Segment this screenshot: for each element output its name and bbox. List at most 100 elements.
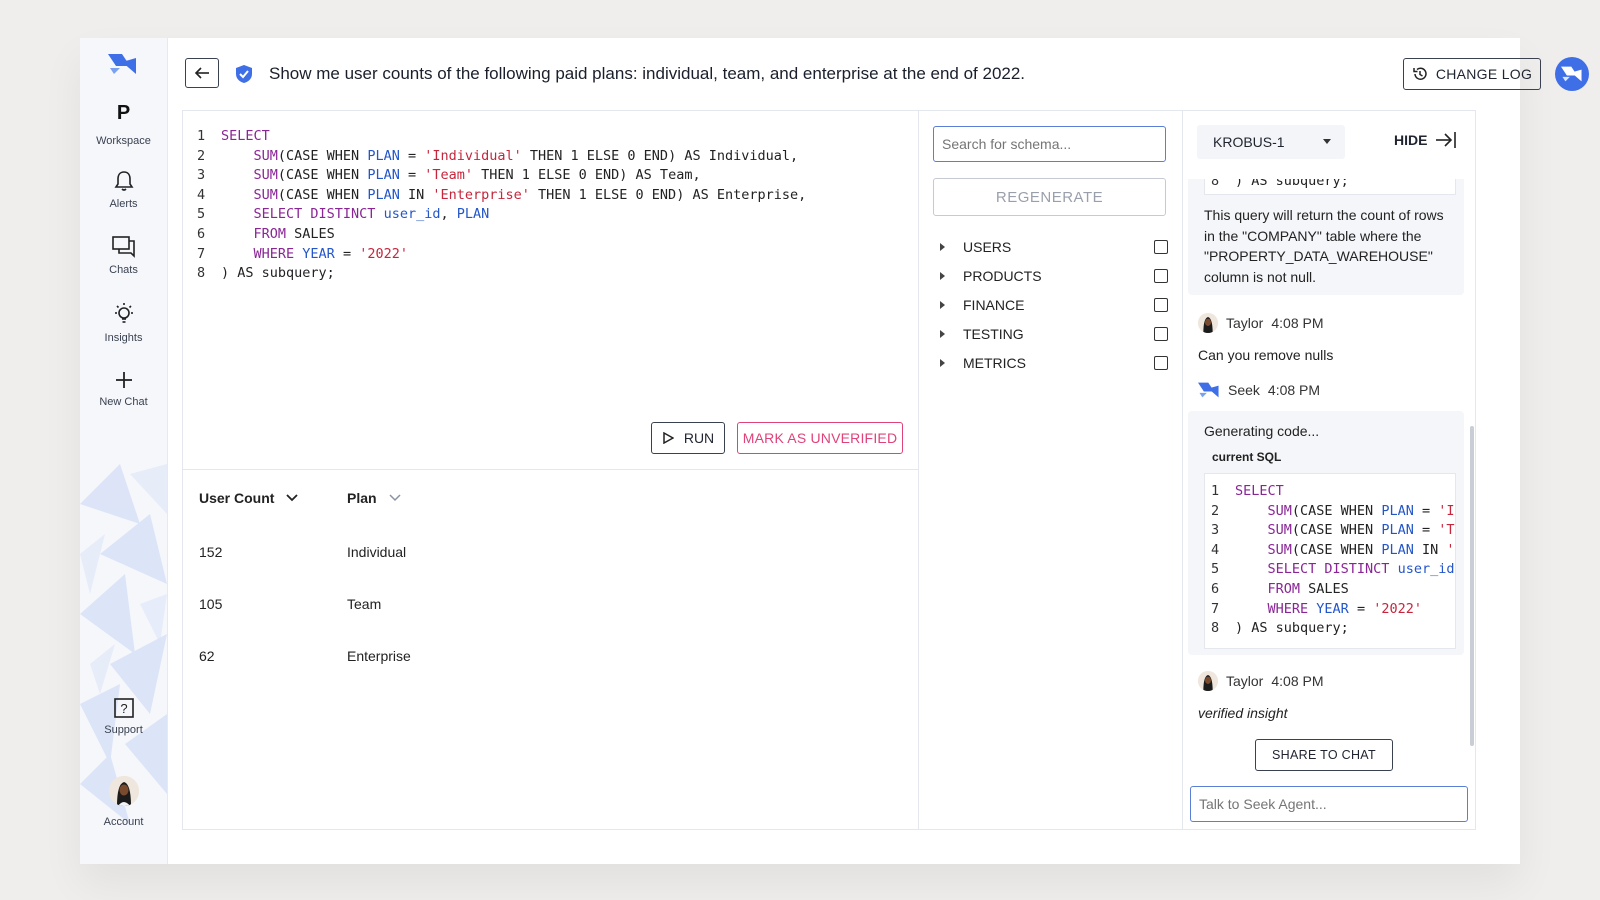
current-sql-label: current SQL <box>1212 450 1282 464</box>
schema-table-testing[interactable]: TESTING <box>940 324 1168 344</box>
history-icon <box>1413 67 1427 80</box>
table-cell: 152 <box>199 544 223 560</box>
caret-right-icon <box>940 272 945 280</box>
caret-right-icon <box>940 243 945 251</box>
user-message-text: verified insight <box>1198 705 1288 721</box>
hide-panel-button[interactable]: HIDE <box>1394 131 1457 149</box>
chat-input[interactable] <box>1190 786 1468 822</box>
chat-scrollbar[interactable] <box>1470 426 1474 746</box>
workspace-letter: P <box>116 102 131 124</box>
schema-table-users[interactable]: USERS <box>940 237 1168 257</box>
workspace-panel: 1 SELECT 2 SUM(CASE WHEN PLAN = 'Individu… <box>182 110 1476 830</box>
taylor-avatar <box>1198 671 1218 691</box>
schema-table-products[interactable]: PRODUCTS <box>940 266 1168 286</box>
share-to-chat-button[interactable]: SHARE TO CHAT <box>1255 739 1393 771</box>
table-checkbox[interactable] <box>1154 298 1168 312</box>
message-author: Taylor <box>1226 315 1264 331</box>
plus-icon <box>115 372 132 388</box>
sidebar-item-insights[interactable]: Insights <box>80 302 167 344</box>
sidebar-item-label: Support <box>104 724 143 736</box>
message-header: Seek 4:08 PM <box>1198 381 1320 399</box>
column-header-plan[interactable]: Plan <box>347 490 401 506</box>
sidebar-item-label: Alerts <box>109 198 138 210</box>
schema-table-label: TESTING <box>963 326 1024 342</box>
schema-pane: REGENERATE USERS PRODUCTS FINANCE TESTIN… <box>918 111 1183 829</box>
sidebar-item-support[interactable]: ? Support <box>80 698 167 736</box>
change-log-label: CHANGE LOG <box>1435 66 1533 82</box>
sidebar-item-label: Insights <box>104 332 143 344</box>
schema-table-label: METRICS <box>963 355 1026 371</box>
sidebar: P Workspace Alerts Chats Insights New Ch… <box>80 38 168 864</box>
sidebar-item-account[interactable]: Account <box>80 776 167 828</box>
sidebar-item-label: Chats <box>109 264 138 276</box>
chevron-down-icon <box>286 494 299 502</box>
table-checkbox[interactable] <box>1154 356 1168 370</box>
assistant-message-text: Generating code... <box>1204 423 1320 439</box>
run-button[interactable]: RUN <box>651 422 725 454</box>
column-label: User Count <box>199 490 275 506</box>
sidebar-item-workspace[interactable]: P Workspace <box>80 102 167 147</box>
caret-right-icon <box>940 301 945 309</box>
chevron-down-icon <box>389 494 401 502</box>
hide-label: HIDE <box>1394 132 1428 148</box>
lightbulb-icon <box>114 303 133 323</box>
assistant-message: 8) AS subquery; This query will return t… <box>1188 179 1464 295</box>
caret-right-icon <box>940 330 945 338</box>
model-select-value: KROBUS-1 <box>1213 134 1285 150</box>
change-log-button[interactable]: CHANGE LOG <box>1403 58 1541 90</box>
schema-table-finance[interactable]: FINANCE <box>940 295 1168 315</box>
seek-logo[interactable] <box>108 52 138 81</box>
run-label: RUN <box>683 430 715 446</box>
caret-down-icon <box>1323 139 1331 144</box>
collapse-right-icon <box>1436 132 1457 148</box>
taylor-avatar <box>1198 313 1218 333</box>
page-title: Show me user counts of the following pai… <box>269 64 1026 83</box>
results-table: User Count Plan 152 Individual 105 Team … <box>183 469 918 830</box>
message-time: 4:08 PM <box>1271 673 1324 689</box>
schema-table-label: PRODUCTS <box>963 268 1042 284</box>
play-icon <box>663 432 674 444</box>
help-icon: ? <box>113 698 134 718</box>
table-checkbox[interactable] <box>1154 240 1168 254</box>
model-select[interactable]: KROBUS-1 <box>1197 125 1345 159</box>
message-author: Seek <box>1228 382 1260 398</box>
sidebar-item-label: Workspace <box>96 135 151 147</box>
decorative-pattern <box>80 464 167 824</box>
table-cell: 105 <box>199 596 223 612</box>
sidebar-item-new-chat[interactable]: New Chat <box>80 370 167 408</box>
table-cell: Team <box>347 596 382 612</box>
table-checkbox[interactable] <box>1154 327 1168 341</box>
schema-table-metrics[interactable]: METRICS <box>940 353 1168 373</box>
sidebar-item-alerts[interactable]: Alerts <box>80 170 167 210</box>
sidebar-item-chats[interactable]: Chats <box>80 236 167 276</box>
table-cell: Enterprise <box>347 648 411 664</box>
svg-text:?: ? <box>120 701 127 716</box>
column-header-user-count[interactable]: User Count <box>199 490 299 506</box>
message-time: 4:08 PM <box>1271 315 1324 331</box>
table-cell: 62 <box>199 648 215 664</box>
header: Show me user counts of the following pai… <box>167 38 1589 108</box>
table-checkbox[interactable] <box>1154 269 1168 283</box>
mark-unverified-button[interactable]: MARK AS UNVERIFIED <box>737 422 903 454</box>
message-header: Taylor 4:08 PM <box>1198 671 1324 691</box>
sidebar-item-label: New Chat <box>99 396 148 408</box>
assistant-message-text: This query will return the count of rows… <box>1204 207 1444 285</box>
caret-right-icon <box>940 359 945 367</box>
user-avatar[interactable] <box>1555 57 1589 91</box>
schema-table-label: FINANCE <box>963 297 1025 313</box>
message-header: Taylor 4:08 PM <box>1198 313 1324 333</box>
back-button[interactable] <box>185 58 219 88</box>
chat-messages[interactable]: 8) AS subquery; This query will return t… <box>1182 179 1475 769</box>
message-time: 4:08 PM <box>1267 382 1321 398</box>
schema-search-input[interactable] <box>933 126 1166 162</box>
user-message-text: Can you remove nulls <box>1198 347 1334 363</box>
verified-shield-icon <box>235 64 253 89</box>
assistant-message: Generating code... current SQL 1 SELECT 2… <box>1188 411 1464 655</box>
arrow-left-icon <box>194 67 209 79</box>
sql-editor[interactable]: 1 SELECT 2 SUM(CASE WHEN PLAN = 'Individu… <box>197 127 806 284</box>
code-snippet: 8) AS subquery; <box>1204 179 1456 195</box>
regenerate-button[interactable]: REGENERATE <box>933 178 1166 216</box>
code-snippet: 1 SELECT 2 SUM(CASE WHEN PLAN = 'I 3 SUM(… <box>1204 473 1456 649</box>
sidebar-item-label: Account <box>103 816 144 828</box>
bell-icon <box>114 171 133 191</box>
